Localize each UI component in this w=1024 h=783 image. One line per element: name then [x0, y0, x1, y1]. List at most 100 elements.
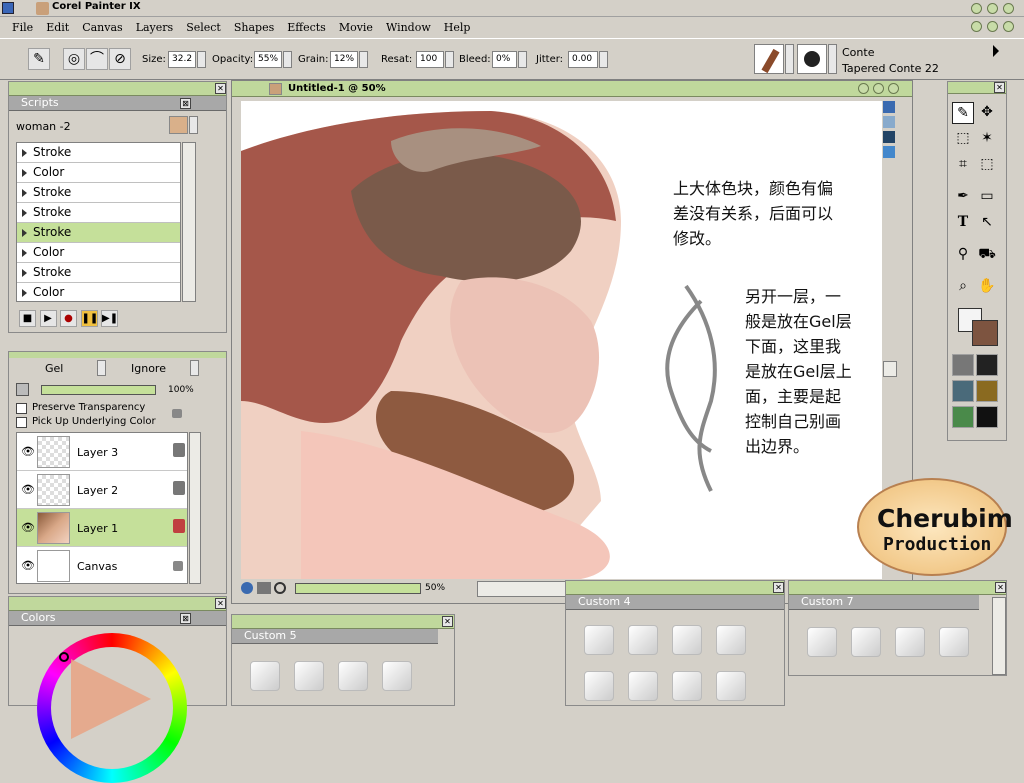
menu-edit[interactable]: Edit — [46, 21, 69, 34]
brush-variant-icon[interactable] — [338, 661, 368, 691]
pick-up-color-checkbox[interactable] — [16, 417, 27, 428]
brush-variant-icon[interactable] — [628, 625, 658, 655]
grid-icon[interactable] — [883, 116, 895, 128]
jitter-slider-button[interactable] — [599, 51, 608, 68]
magic-wand-icon[interactable]: ✶ — [976, 128, 998, 150]
doc-maximize-button[interactable] — [987, 21, 998, 32]
custom-5-close-button[interactable]: ✕ — [442, 616, 453, 627]
saturation-triangle[interactable] — [71, 659, 151, 739]
grabber-icon[interactable] — [256, 582, 271, 594]
script-item[interactable]: Color — [17, 283, 180, 301]
visibility-eye-icon[interactable]: 👁 — [21, 445, 35, 458]
brush-tool-icon[interactable]: ✎ — [952, 102, 974, 124]
doc-minimize-button[interactable] — [971, 21, 982, 32]
hue-indicator[interactable] — [59, 652, 69, 662]
scripts-scrollbar[interactable] — [182, 142, 196, 302]
rectangular-selection-icon[interactable]: ⬚ — [952, 128, 974, 150]
bleed-slider-button[interactable] — [518, 51, 527, 68]
script-select-dropdown[interactable] — [189, 116, 198, 134]
brush-variant-icon[interactable] — [250, 661, 280, 691]
script-item[interactable]: Stroke — [17, 263, 180, 283]
play-icon[interactable]: ▶ — [39, 310, 57, 327]
close-button[interactable] — [1003, 3, 1014, 14]
custom-4-close-button[interactable]: ✕ — [773, 582, 784, 593]
layer-row-selected[interactable]: 👁 Layer 1 — [17, 509, 187, 547]
look-selector-icon[interactable] — [976, 406, 998, 428]
menu-effects[interactable]: Effects — [287, 21, 326, 34]
minimize-button[interactable] — [971, 3, 982, 14]
visibility-eye-icon[interactable]: 👁 — [21, 559, 35, 572]
system-menu-icon[interactable] — [2, 2, 14, 14]
colors-panel-close-button[interactable]: ✕ — [215, 598, 226, 609]
menu-help[interactable]: Help — [444, 21, 471, 34]
custom-7-close-button[interactable]: ✕ — [995, 582, 1006, 593]
menu-layers[interactable]: Layers — [136, 21, 174, 34]
camera-icon[interactable] — [672, 625, 702, 655]
paper-selector-icon[interactable] — [952, 354, 974, 376]
menu-canvas[interactable]: Canvas — [82, 21, 122, 34]
tracing-paper-icon[interactable] — [883, 101, 895, 113]
straight-line-icon[interactable]: ⌒ — [86, 48, 108, 70]
shape-selection-icon[interactable]: ↖ — [976, 212, 998, 234]
layers-scrollbar[interactable] — [189, 432, 201, 584]
layer-row[interactable]: 👁 Canvas — [17, 547, 187, 583]
step-icon[interactable]: ▶❚ — [101, 310, 118, 327]
brush-dab-icon[interactable] — [797, 44, 827, 74]
brush-variant-icon[interactable] — [895, 627, 925, 657]
brush-variant-icon[interactable] — [716, 625, 746, 655]
brush-variant-icon[interactable] — [584, 671, 614, 701]
layer-opacity-slider[interactable] — [41, 385, 156, 395]
doc-close-button[interactable] — [1003, 21, 1014, 32]
script-item[interactable]: Stroke — [17, 183, 180, 203]
zoom-slider[interactable] — [295, 583, 421, 594]
brush-variant-icon[interactable] — [807, 627, 837, 657]
bleed-field[interactable]: 0% — [492, 51, 517, 68]
brush-tool-icon[interactable]: ✎ — [28, 48, 50, 70]
opacity-field[interactable]: 55% — [254, 51, 282, 68]
grabber-hand-icon[interactable]: ✋ — [976, 276, 998, 298]
menu-select[interactable]: Select — [186, 21, 221, 34]
freehand-stroke-icon[interactable]: ◎ — [63, 48, 85, 70]
weaving-selector-icon[interactable] — [976, 380, 998, 402]
vertical-scrollbar[interactable] — [883, 361, 897, 377]
preserve-transparency-checkbox[interactable] — [16, 403, 27, 414]
reset-tool-icon[interactable]: ⊘ — [109, 48, 131, 70]
brush-variant-icon[interactable] — [382, 661, 412, 691]
brush-variant-icon[interactable] — [672, 671, 702, 701]
menu-movie[interactable]: Movie — [339, 21, 373, 34]
layer-adjuster-icon[interactable]: ✥ — [976, 102, 998, 124]
brush-variant-icon[interactable] — [716, 671, 746, 701]
visibility-eye-icon[interactable]: 👁 — [21, 483, 35, 496]
menu-shapes[interactable]: Shapes — [234, 21, 274, 34]
menu-window[interactable]: Window — [386, 21, 431, 34]
divine-proportion-icon[interactable] — [883, 146, 895, 158]
menu-file[interactable]: File — [12, 21, 33, 34]
navigator-icon[interactable] — [241, 582, 253, 594]
brush-category-dropdown[interactable] — [785, 44, 794, 74]
layer-row[interactable]: 👁 Layer 2 — [17, 471, 187, 509]
perspective-icon[interactable] — [883, 131, 895, 143]
crop-icon[interactable]: ⌗ — [952, 154, 974, 176]
secondary-color-swatch[interactable] — [972, 320, 998, 346]
composite-method-dropdown[interactable] — [97, 360, 106, 376]
zoom-icon[interactable] — [274, 582, 286, 594]
resat-field[interactable]: 100 — [416, 51, 444, 68]
jitter-field[interactable]: 0.00 — [568, 51, 598, 68]
doc-min-button[interactable] — [858, 83, 869, 94]
pen-icon[interactable]: ✒ — [952, 186, 974, 208]
pattern-selector-icon[interactable] — [952, 380, 974, 402]
brush-variant-icon[interactable] — [939, 627, 969, 657]
scripts-close-button[interactable]: ✕ — [215, 83, 226, 94]
resat-slider-button[interactable] — [445, 51, 454, 68]
gradient-selector-icon[interactable] — [976, 354, 998, 376]
toolbox-close-button[interactable]: ✕ — [994, 82, 1005, 93]
doc-max-button[interactable] — [873, 83, 884, 94]
magnifier-icon[interactable]: ⌕ — [952, 276, 974, 298]
pause-icon[interactable]: ❚❚ — [80, 310, 98, 327]
maximize-button[interactable] — [987, 3, 998, 14]
opacity-slider-button[interactable] — [283, 51, 292, 68]
grain-field[interactable]: 12% — [330, 51, 358, 68]
script-item[interactable]: Stroke — [17, 143, 180, 163]
colors-collapse-button[interactable]: ⊠ — [180, 613, 191, 624]
brush-variant-icon[interactable] — [628, 671, 658, 701]
